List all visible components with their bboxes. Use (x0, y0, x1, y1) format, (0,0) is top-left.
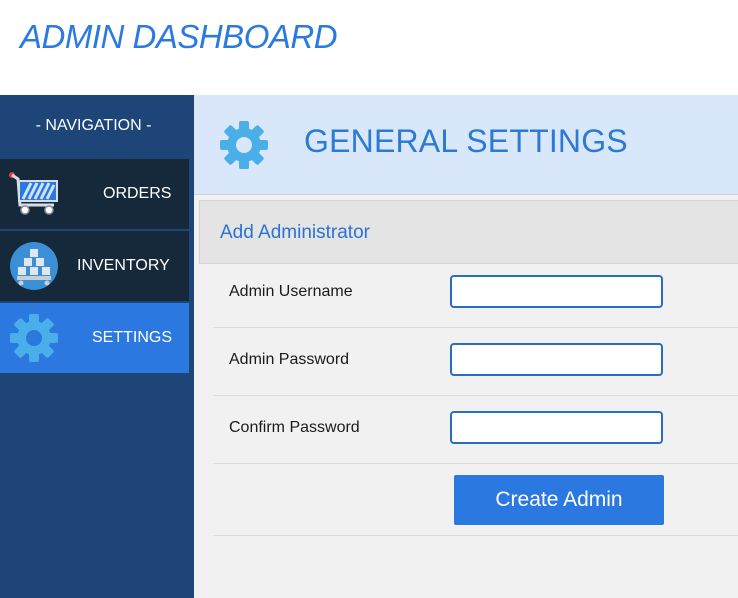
gear-icon (220, 121, 268, 169)
nav-heading: - NAVIGATION - (35, 117, 152, 134)
main-content: GENERAL SETTINGS Add Administrator Admin… (194, 95, 738, 598)
password-input[interactable] (450, 343, 663, 376)
form-submit-row: Create Admin (213, 464, 738, 536)
inventory-boxes-icon (10, 242, 58, 290)
shopping-cart-icon (9, 172, 58, 215)
create-admin-button[interactable]: Create Admin (454, 475, 664, 525)
username-label: Admin Username (229, 283, 353, 300)
sidebar-item-orders-label: ORDERS (103, 185, 172, 202)
form-row-username: Admin Username (213, 260, 738, 328)
section-title: Add Administrator (220, 222, 370, 243)
sidebar-item-orders[interactable]: ORDERS (0, 159, 189, 229)
app-title: ADMIN DASHBOARD (20, 18, 338, 55)
sidebar-item-inventory[interactable]: INVENTORY (0, 231, 189, 301)
sidebar: - NAVIGATION - ORDERS INVENTORY SETTINGS (0, 95, 194, 598)
password-label: Admin Password (229, 351, 350, 368)
username-input[interactable] (450, 275, 663, 308)
confirm-password-input[interactable] (450, 411, 663, 444)
form-row-password: Admin Password (213, 328, 738, 396)
form-row-confirm-password: Confirm Password (213, 396, 738, 464)
sidebar-item-inventory-label: INVENTORY (77, 257, 170, 274)
section-header: Add Administrator (199, 200, 738, 264)
page-title: GENERAL SETTINGS (304, 123, 628, 159)
gear-icon (10, 314, 58, 362)
page-header: GENERAL SETTINGS (194, 95, 738, 195)
confirm-password-label: Confirm Password (229, 419, 360, 436)
sidebar-item-settings[interactable]: SETTINGS (0, 303, 189, 373)
sidebar-item-settings-label: SETTINGS (92, 329, 173, 346)
